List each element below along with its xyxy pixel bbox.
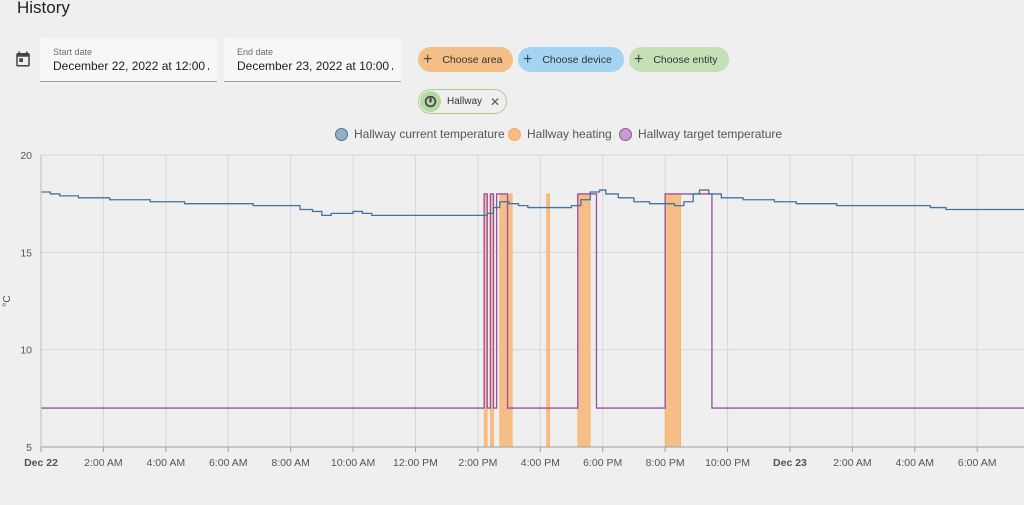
heating-bar bbox=[664, 193, 681, 448]
x-tick-label: 6:00 AM bbox=[209, 457, 248, 469]
x-tick-label: 8:00 AM bbox=[271, 457, 310, 469]
x-tick-label: 4:00 PM bbox=[521, 457, 560, 469]
heating-bar bbox=[546, 193, 550, 448]
history-chart[interactable]: 5 10 15 20 Dec 22 2:00 AM 4:00 AM 6:00 AM 8:00 A… bbox=[0, 0, 1024, 505]
chart-grid bbox=[40, 154, 1024, 448]
line-series bbox=[41, 189, 1024, 409]
y-tick-label: 15 bbox=[20, 247, 32, 259]
x-tick-label: Dec 22 bbox=[24, 457, 58, 469]
x-tick-label: 4:00 AM bbox=[147, 457, 186, 469]
heating-bar bbox=[577, 193, 591, 448]
x-tick-label: 10:00 PM bbox=[705, 457, 750, 469]
x-tick-label: 2:00 PM bbox=[458, 457, 497, 469]
x-tick-label: 6:00 PM bbox=[583, 457, 622, 469]
y-tick-label: 20 bbox=[20, 150, 32, 162]
current-temperature-line bbox=[41, 189, 1024, 216]
x-tick-label: 10:00 AM bbox=[331, 457, 375, 469]
x-tick-label: 6:00 AM bbox=[958, 457, 997, 469]
y-tick-label: 5 bbox=[26, 442, 32, 454]
y-tick-label: 10 bbox=[20, 345, 32, 357]
x-tick-label: 2:00 AM bbox=[833, 457, 872, 469]
x-tick-label: 4:00 AM bbox=[896, 457, 935, 469]
target-temperature-line bbox=[41, 193, 1024, 409]
chart-axes: 5 10 15 20 Dec 22 2:00 AM 4:00 AM 6:00 AM 8:00 A… bbox=[1, 150, 1024, 469]
y-axis-label: °C bbox=[1, 295, 13, 307]
x-tick-label: 12:00 PM bbox=[393, 457, 438, 469]
x-tick-label: 8:00 PM bbox=[646, 457, 685, 469]
heating-bar bbox=[499, 193, 513, 448]
x-tick-label: 2:00 AM bbox=[84, 457, 123, 469]
x-tick-label: Dec 23 bbox=[773, 457, 807, 469]
heating-series bbox=[483, 193, 681, 448]
